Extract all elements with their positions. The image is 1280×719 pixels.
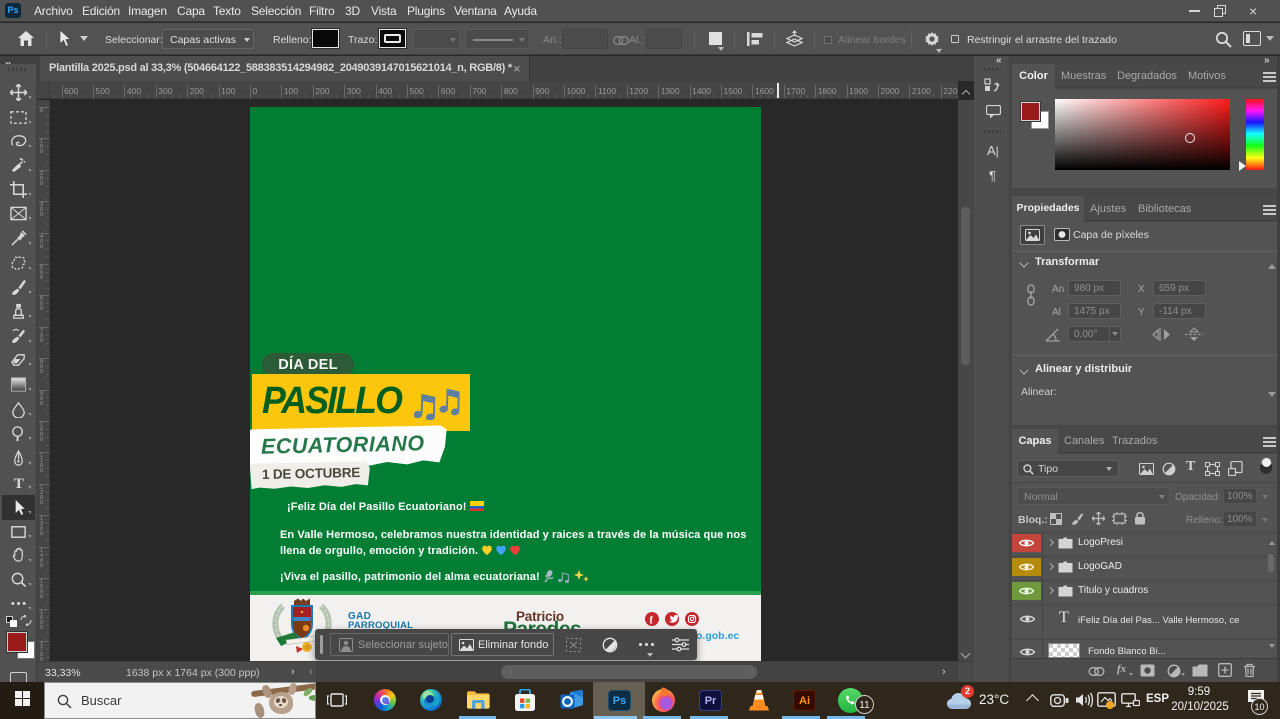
svg-text:T: T [14, 476, 24, 491]
